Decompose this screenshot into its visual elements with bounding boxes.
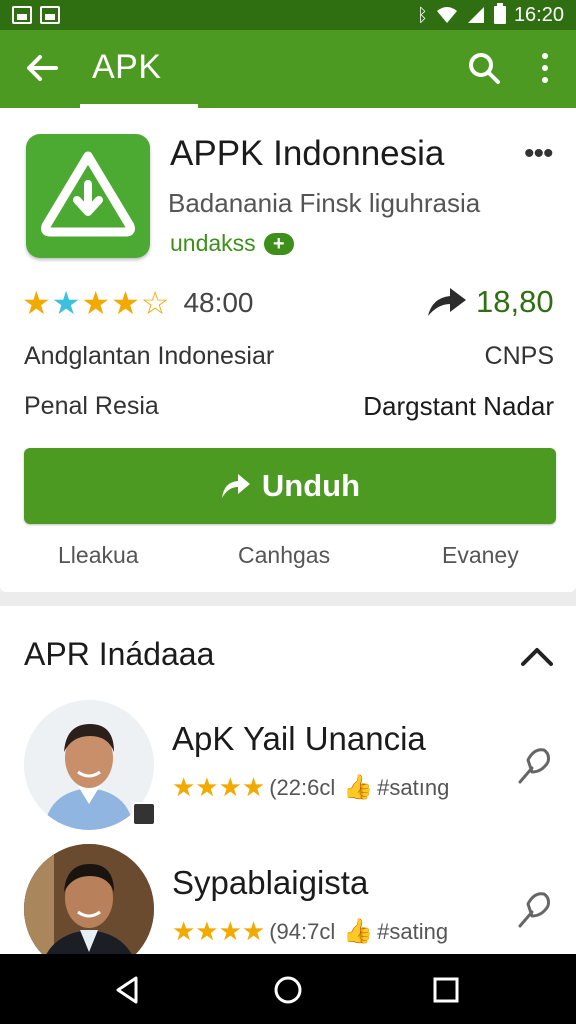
star-icon: ★★★★ [172,916,266,946]
item-meta: ★★★★ (94:7cl 👍 #sating [172,916,448,947]
rating-stars: ★ ★ ★ ★ ☆ [22,286,169,320]
app-detail-card: APPK Indonnesia ••• Badanania Finsk ligu… [0,108,576,592]
trend-stat: 18,80 [424,284,554,320]
pin-icon[interactable] [514,742,554,786]
thumb-icon: 👍 [343,774,374,801]
navigation-bar [0,954,576,1024]
app-tag-label: undakss [170,230,256,256]
recents-square-icon[interactable] [430,974,462,1006]
arrow-left-icon[interactable] [22,48,62,88]
wifi-icon [436,7,457,23]
search-icon[interactable] [466,50,502,86]
plus-icon: + [263,232,294,255]
status-time: 16:20 [513,3,564,26]
chevron-up-icon[interactable] [520,642,554,668]
star-icon: ★ [22,285,51,321]
battery-icon [493,3,506,24]
home-circle-icon[interactable] [272,974,304,1006]
info-label: Penal Resia [24,392,159,420]
rating-row: ★ ★ ★ ★ ☆ 48:00 [22,286,254,320]
pin-icon[interactable] [514,886,554,930]
trend-value: 18,80 [476,284,554,319]
sub-link[interactable]: Canhgas [238,542,330,569]
item-tag: #sating [377,918,449,944]
trend-arrow-icon [428,288,466,316]
more-horizontal-icon[interactable]: ••• [524,139,553,169]
bluetooth-icon: ᛒ [417,5,428,25]
item-meta: ★★★★ (22:6cl 👍 #satıng [172,772,449,803]
app-name: APPK Indonnesia [170,134,445,173]
star-icon: ★ [81,285,111,321]
app-tag[interactable]: undakss + [170,230,294,257]
sub-link[interactable]: Evaney [442,542,519,569]
back-triangle-icon[interactable] [112,974,144,1006]
info-value: CNPS [484,342,554,370]
signal-icon [467,7,484,23]
star-icon: ★★★★ [172,772,266,802]
install-button[interactable]: Unduh [24,448,556,524]
sub-link[interactable]: Lleakua [58,542,139,569]
page-title: APK [92,48,162,86]
app-subtitle: Badanania Finsk liguhrasia [168,188,481,218]
more-vertical-icon[interactable] [534,50,556,86]
list-item[interactable]: ApK Yail Unancia ★★★★ (22:6cl 👍 #satıng [0,700,576,830]
image-icon [40,6,60,24]
star-icon: ★ [51,285,81,321]
camera-badge-icon [132,802,156,826]
gallery-icon [12,6,32,24]
app-bar: APK [0,30,576,108]
section-card: APR Inádaaa ApK Yail Unancia ★★★★ (22:6c… [0,606,576,974]
item-tag: #satıng [377,774,450,800]
install-button-label: Unduh [261,468,361,503]
item-title: Sypablaigista [172,864,369,901]
thumb-icon: 👍 [343,918,374,945]
item-count: (22:6cl [269,774,336,800]
info-label: Andglantan Indonesiar [24,342,275,370]
app-logo [26,134,150,258]
item-title: ApK Yail Unancia [172,720,426,757]
section-title: APR Inádaaa [24,636,215,672]
item-count: (94:7cl [269,918,336,944]
star-icon: ★ [111,285,140,321]
star-half-icon: ☆ [140,285,170,321]
share-arrow-icon [221,474,250,498]
rating-value: 48:00 [183,287,254,318]
info-value: Dargstant Nadar [363,391,554,421]
status-bar: ᛒ 16:20 [0,0,576,30]
